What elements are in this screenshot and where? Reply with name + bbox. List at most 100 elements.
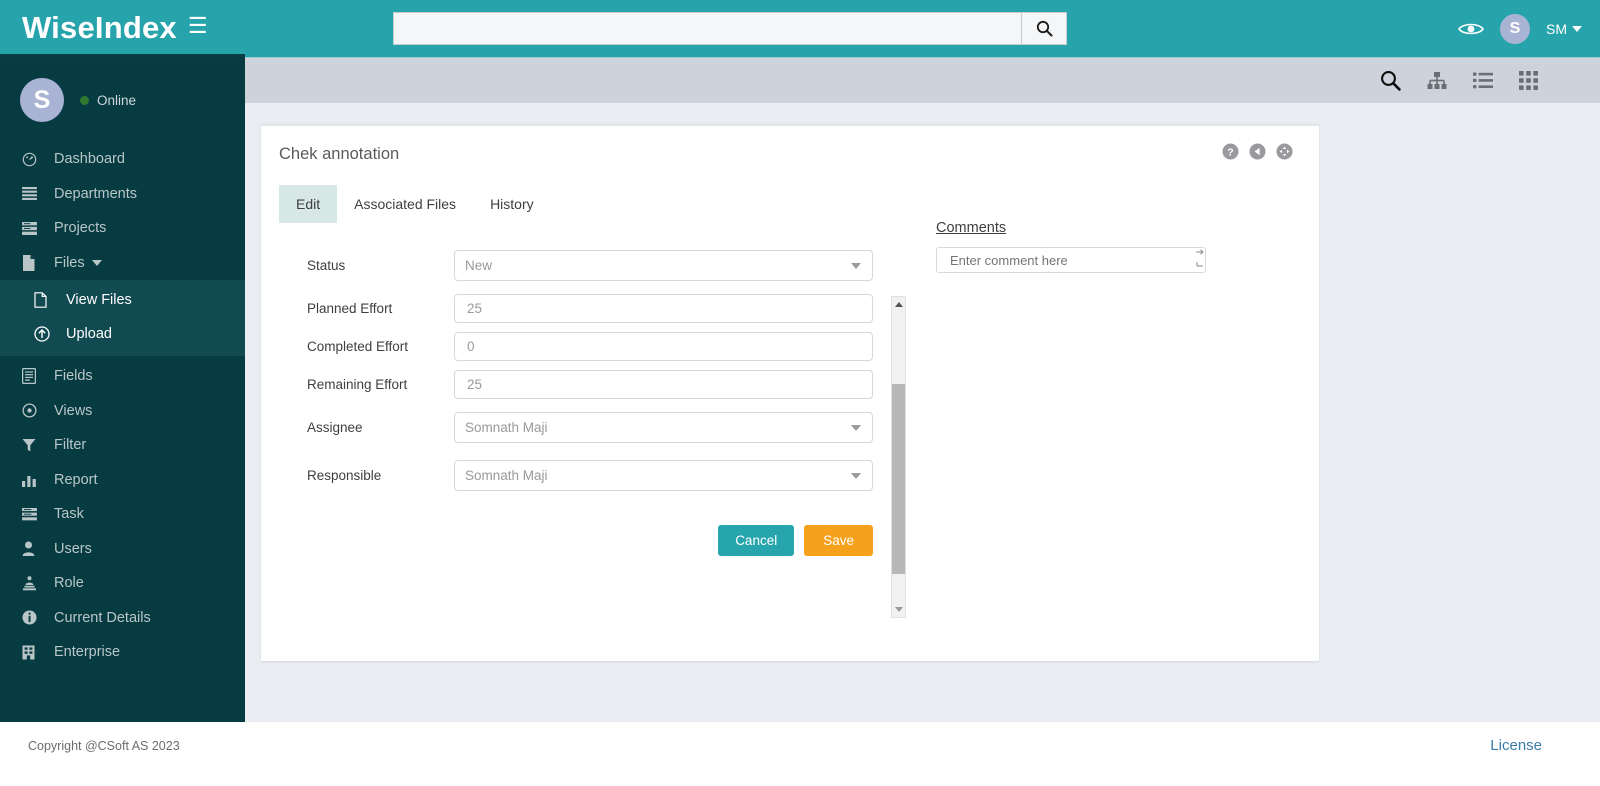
avatar[interactable]: S — [1500, 14, 1530, 44]
search-icon[interactable] — [1380, 70, 1401, 91]
sidebar-item-dashboard[interactable]: Dashboard — [0, 142, 245, 177]
sidebar-item-files[interactable]: Files — [0, 246, 245, 281]
scroll-up-button[interactable] — [892, 297, 905, 312]
chevron-down-icon — [851, 263, 861, 269]
status-label: Status — [307, 258, 454, 273]
user-menu-label: SM — [1546, 21, 1567, 37]
sidebar-item-label: Projects — [54, 220, 106, 236]
edit-form: Status New Planned Effort Completed Effo… — [261, 223, 891, 556]
list-icon[interactable] — [1473, 72, 1493, 89]
scroll-down-button[interactable] — [892, 602, 905, 617]
sidebar-item-fields[interactable]: Fields — [0, 359, 245, 394]
scrollbar-thumb[interactable] — [892, 384, 905, 574]
copyright-text: Copyright @CSoft AS 2023 — [28, 739, 180, 753]
back-arrow-icon[interactable] — [1249, 143, 1266, 160]
online-status-label: Online — [97, 93, 136, 108]
file-icon — [22, 255, 46, 271]
sidebar-item-filter[interactable]: Filter — [0, 428, 245, 463]
sidebar-item-label: Views — [54, 403, 92, 419]
completed-effort-input[interactable] — [465, 338, 862, 355]
online-status: Online — [80, 93, 136, 108]
sidebar-item-views[interactable]: Views — [0, 394, 245, 429]
sidebar-item-departments[interactable]: Departments — [0, 177, 245, 212]
panel-tabs: Edit Associated Files History — [279, 185, 1319, 223]
comment-field[interactable] — [936, 247, 1206, 273]
content-toolbar — [245, 57, 1600, 103]
footer: Copyright @CSoft AS 2023 License — [0, 722, 1600, 786]
chevron-down-icon — [895, 607, 903, 612]
sidebar-item-projects[interactable]: Projects — [0, 211, 245, 246]
save-button[interactable]: Save — [804, 525, 873, 556]
chevron-down-icon — [851, 473, 861, 479]
planned-effort-input[interactable] — [465, 300, 862, 317]
tab-edit[interactable]: Edit — [279, 185, 337, 223]
sitemap-icon[interactable] — [1427, 72, 1447, 90]
departments-icon — [22, 187, 46, 200]
assignee-select[interactable]: Somnath Maji — [454, 412, 873, 443]
completed-effort-field[interactable] — [454, 332, 873, 361]
form-row-responsible: Responsible Somnath Maji — [307, 460, 891, 491]
sidebar-item-current-details[interactable]: Current Details — [0, 601, 245, 636]
comments-title: Comments — [936, 220, 1206, 236]
assignee-label: Assignee — [307, 420, 454, 435]
cancel-button[interactable]: Cancel — [718, 525, 794, 556]
search-button[interactable] — [1021, 12, 1067, 45]
sidebar-item-label: Role — [54, 575, 84, 591]
sidebar-item-label: Filter — [54, 437, 86, 453]
chevron-up-icon — [895, 302, 903, 307]
report-icon — [22, 473, 46, 487]
sidebar-item-task[interactable]: Task — [0, 497, 245, 532]
sidebar-item-label: Task — [54, 506, 84, 522]
header-right-cluster: S SM — [1458, 0, 1582, 57]
settings-icon[interactable] — [1276, 143, 1293, 160]
eye-icon[interactable] — [1458, 21, 1484, 37]
sidebar-item-label: Departments — [54, 186, 137, 202]
sidebar-item-label: Users — [54, 541, 92, 557]
responsible-select[interactable]: Somnath Maji — [454, 460, 873, 491]
hamburger-icon[interactable]: ☰ — [188, 15, 208, 39]
sidebar-item-role[interactable]: Role — [0, 566, 245, 601]
enterprise-icon — [22, 645, 46, 660]
sidebar-item-label: View Files — [66, 292, 132, 308]
completed-effort-label: Completed Effort — [307, 339, 454, 354]
brand-block: WiseIndex ☰ — [0, 0, 245, 57]
svg-text:?: ? — [1227, 146, 1233, 158]
form-row-planned-effort: Planned Effort — [307, 294, 891, 323]
page-title: Chek annotation — [261, 126, 1319, 164]
sidebar-item-users[interactable]: Users — [0, 532, 245, 567]
sidebar-item-enterprise[interactable]: Enterprise — [0, 635, 245, 670]
planned-effort-label: Planned Effort — [307, 301, 454, 316]
search-input[interactable] — [393, 12, 1021, 45]
remaining-effort-label: Remaining Effort — [307, 377, 454, 392]
form-scrollbar[interactable] — [891, 296, 906, 618]
upload-icon — [34, 326, 58, 342]
chevron-down-icon — [851, 425, 861, 431]
sidebar-item-upload[interactable]: Upload — [0, 317, 245, 351]
tab-history[interactable]: History — [473, 185, 551, 223]
info-icon — [22, 610, 46, 625]
app-brand-name: WiseIndex — [22, 12, 177, 43]
comment-input[interactable] — [948, 252, 1178, 269]
sidebar-item-label: Report — [54, 472, 98, 488]
tab-associated-files[interactable]: Associated Files — [337, 185, 473, 223]
tab-label: History — [490, 196, 534, 212]
sidebar-item-label: Dashboard — [54, 151, 125, 167]
user-menu[interactable]: SM — [1546, 21, 1582, 37]
sidebar-item-report[interactable]: Report — [0, 463, 245, 498]
remaining-effort-input[interactable] — [465, 376, 862, 393]
grid-icon[interactable] — [1519, 71, 1538, 90]
status-select[interactable]: New — [454, 250, 873, 281]
form-row-status: Status New — [307, 250, 891, 281]
chevron-down-icon — [1572, 26, 1582, 32]
resize-handle-icon[interactable] — [1193, 248, 1205, 272]
sidebar-item-view-files[interactable]: View Files — [0, 283, 245, 317]
planned-effort-field[interactable] — [454, 294, 873, 323]
sidebar-avatar[interactable]: S — [20, 78, 64, 122]
files-submenu: View Files Upload — [0, 280, 245, 356]
sidebar-avatar-initial: S — [34, 86, 51, 115]
help-icon[interactable]: ? — [1222, 143, 1239, 160]
search-icon — [1036, 20, 1053, 37]
sidebar-item-label: Enterprise — [54, 644, 120, 660]
license-link[interactable]: License — [1490, 737, 1542, 754]
remaining-effort-field[interactable] — [454, 370, 873, 399]
